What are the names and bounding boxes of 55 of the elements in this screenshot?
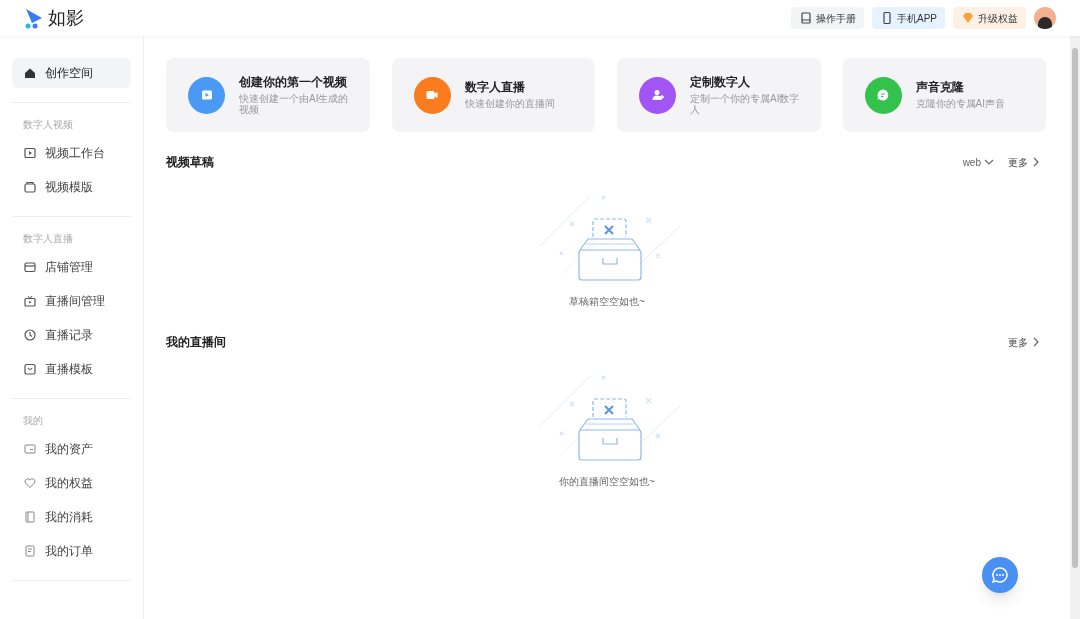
card-title: 声音克隆 bbox=[915, 81, 965, 94]
chevron-down-icon bbox=[984, 158, 994, 166]
card-subtitle: 克隆你的专属AI声音 bbox=[915, 98, 1005, 109]
tv-icon bbox=[23, 294, 37, 308]
home-icon bbox=[23, 66, 37, 80]
section-title: 我的直播间 bbox=[166, 334, 226, 351]
card-subtitle: 快速创建你的直播间 bbox=[464, 98, 555, 109]
header-button[interactable]: 升级权益 bbox=[953, 7, 1026, 29]
play-icon bbox=[23, 146, 37, 160]
clock-icon bbox=[23, 328, 37, 342]
sidebar-item[interactable]: 我的权益 bbox=[12, 468, 131, 498]
diamond-icon bbox=[961, 11, 975, 25]
sidebar-item[interactable]: 我的订单 bbox=[12, 536, 131, 566]
scrollbar[interactable] bbox=[1070, 36, 1080, 619]
feature-card[interactable]: 数字人直播 快速创建你的直播间 bbox=[391, 58, 595, 132]
sidebar-section-label: 数字人直播 bbox=[22, 232, 74, 246]
store-icon bbox=[23, 260, 37, 274]
book-icon bbox=[23, 510, 37, 524]
logo-icon bbox=[24, 7, 44, 29]
sidebar-section-label: 我的 bbox=[22, 414, 44, 428]
card-title: 定制数字人 bbox=[690, 75, 751, 89]
sidebar-section-label: 数字人视频 bbox=[22, 118, 74, 132]
chat-icon bbox=[991, 566, 1009, 584]
card-icon bbox=[23, 442, 37, 456]
sidebar-item[interactable]: 视频工作台 bbox=[12, 138, 131, 168]
card-title: 数字人直播 bbox=[464, 81, 526, 94]
document-icon bbox=[23, 544, 37, 558]
logo-text: 如影 bbox=[48, 6, 84, 30]
sidebar-item[interactable]: 创作空间 bbox=[12, 58, 131, 88]
more-link[interactable]: 更多 bbox=[1008, 154, 1040, 170]
filter-dropdown[interactable]: web bbox=[962, 154, 994, 170]
feature-card[interactable]: 声音克隆 克隆你的专属AI声音 bbox=[842, 58, 1046, 132]
sidebar-item[interactable]: 店铺管理 bbox=[12, 252, 131, 282]
box-icon bbox=[23, 180, 37, 194]
book-icon bbox=[799, 11, 813, 25]
card-title: 创建你的第一个视频 bbox=[239, 75, 348, 89]
chevron-right-icon bbox=[1032, 157, 1040, 167]
header-button[interactable]: 操作手册 bbox=[791, 7, 864, 29]
chat-button[interactable] bbox=[982, 557, 1018, 593]
avatar[interactable] bbox=[1034, 7, 1056, 29]
sidebar-item[interactable]: 直播模板 bbox=[12, 354, 131, 384]
phone-icon bbox=[880, 11, 894, 25]
header-button[interactable]: 手机APP bbox=[872, 7, 945, 29]
empty-state-text: 你的直播间空空如也~ bbox=[559, 475, 655, 489]
sidebar-item[interactable]: 直播记录 bbox=[12, 320, 131, 350]
sidebar-item[interactable]: 我的资产 bbox=[12, 434, 131, 464]
sidebar-item[interactable]: 直播间管理 bbox=[12, 286, 131, 316]
bag-icon bbox=[23, 362, 37, 376]
sidebar-item[interactable]: 我的消耗 bbox=[12, 502, 131, 532]
empty-state-text: 草稿箱空空如也~ bbox=[569, 295, 645, 309]
more-link[interactable]: 更多 bbox=[1008, 334, 1040, 350]
chevron-right-icon bbox=[1032, 337, 1040, 347]
heart-icon bbox=[23, 476, 37, 490]
sidebar-item[interactable]: 视频模版 bbox=[12, 172, 131, 202]
section-title: 视频草稿 bbox=[166, 154, 214, 171]
